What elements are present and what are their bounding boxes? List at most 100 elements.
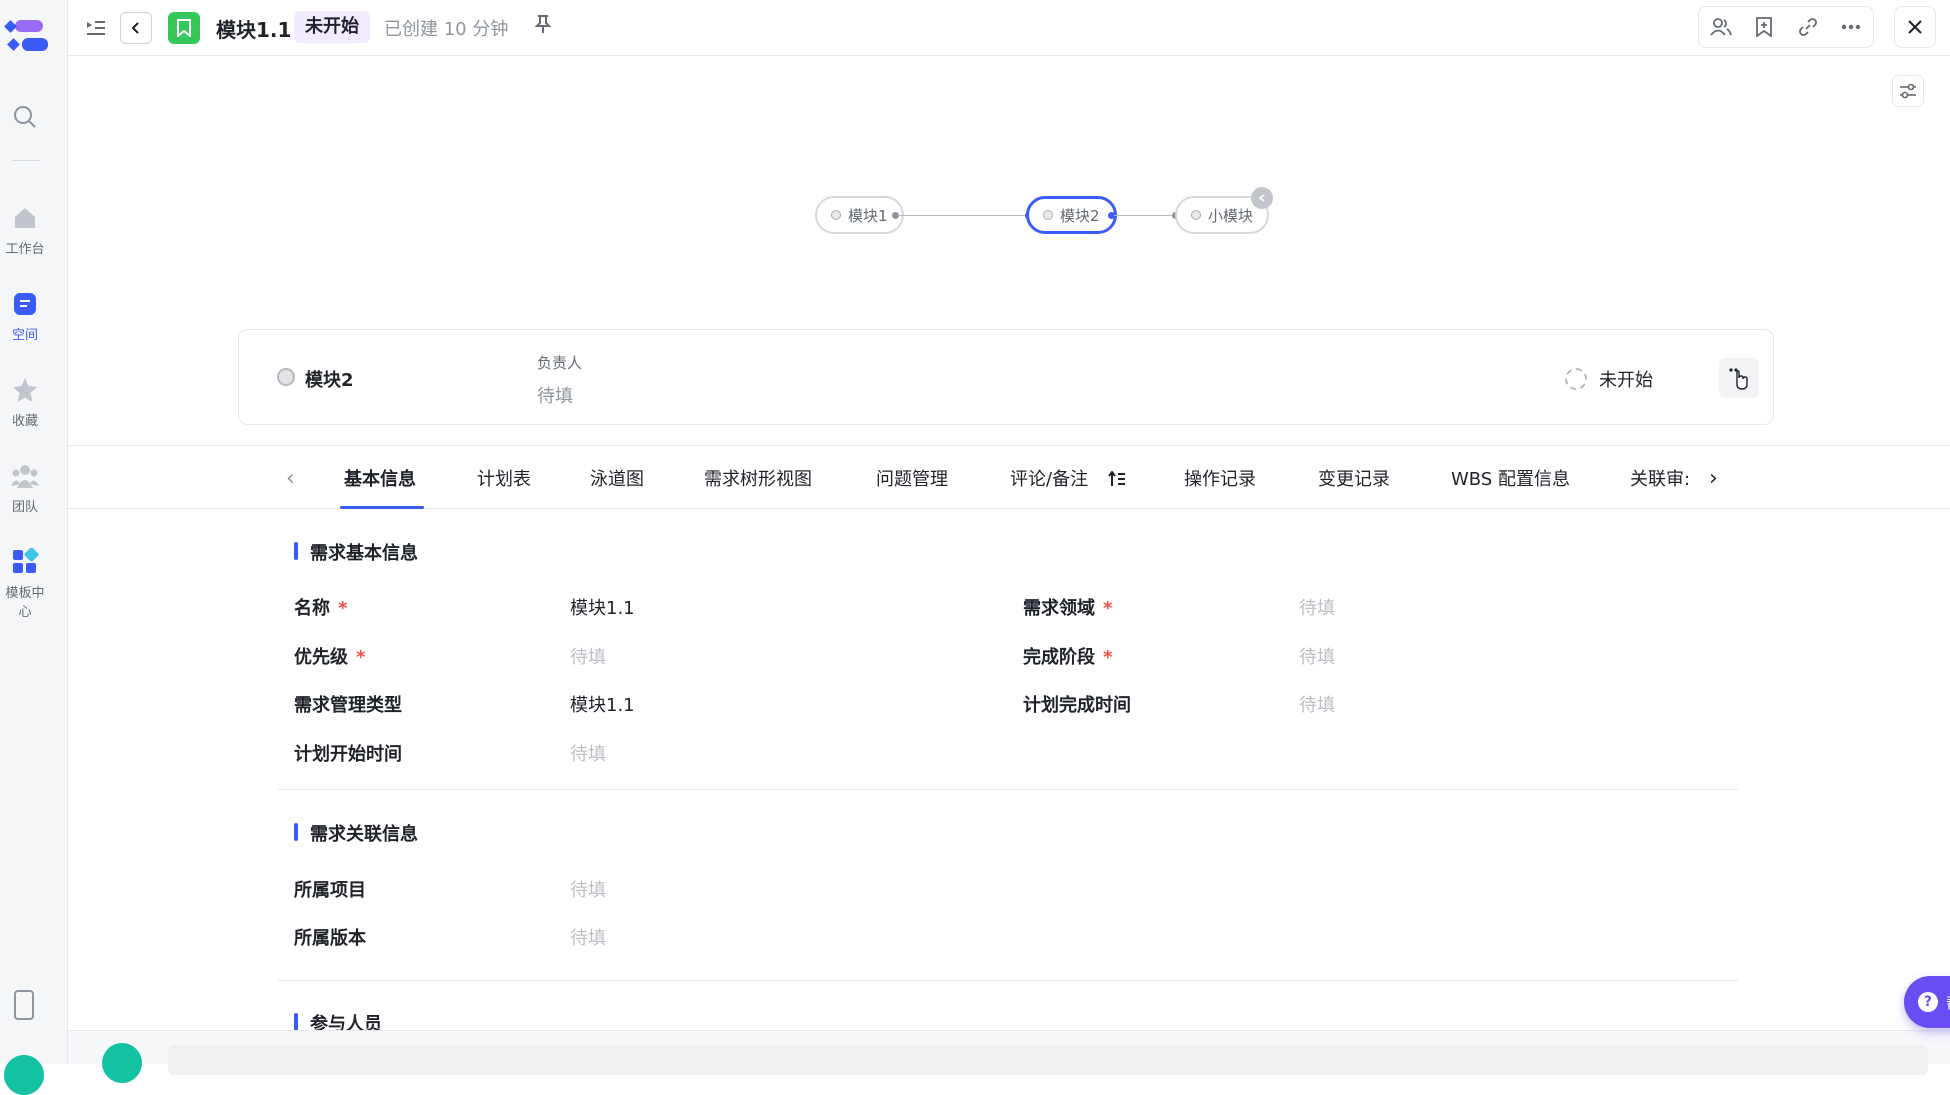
sidebar-item-label: 收藏 bbox=[11, 414, 38, 429]
comment-input[interactable] bbox=[168, 1045, 1928, 1075]
node-status-dot bbox=[831, 210, 841, 220]
chevron-left-icon bbox=[131, 22, 139, 34]
view-settings-icon[interactable] bbox=[1892, 75, 1924, 107]
sidebar-item-label: 工作台 bbox=[5, 242, 45, 257]
hand-cursor-icon bbox=[1729, 368, 1748, 390]
toggle-sidebar-icon[interactable] bbox=[80, 12, 112, 44]
tab-label: 评论/备注 bbox=[1010, 469, 1089, 490]
tab-basic-info[interactable]: 基本信息 bbox=[344, 465, 416, 491]
mobile-icon[interactable] bbox=[14, 990, 34, 1020]
field-label-domain: 需求领域 * bbox=[1023, 598, 1113, 619]
sidebar-item-templates[interactable]: 模板中心 bbox=[0, 547, 50, 620]
connector-line bbox=[898, 215, 1026, 216]
status-ring-icon bbox=[1565, 368, 1587, 390]
sort-icon bbox=[1108, 470, 1125, 486]
sidebar-item-workbench[interactable]: 工作台 bbox=[0, 204, 50, 257]
field-value-stage[interactable]: 待填 bbox=[1299, 643, 1335, 669]
link-icon[interactable] bbox=[1786, 7, 1830, 47]
search-icon[interactable] bbox=[12, 104, 38, 130]
team-icon bbox=[11, 462, 39, 490]
node-status-dot bbox=[1043, 210, 1053, 220]
main-content: 模块1 模块2 小模块 模块2 负责人 待填 未开始 ‹ 基本信息 计划表 泳道… bbox=[68, 57, 1950, 1083]
close-button[interactable] bbox=[1894, 6, 1936, 48]
section-title-basic: 需求基本信息 bbox=[294, 539, 418, 565]
sidebar: 工作台 空间 收藏 团队 模板中心 bbox=[0, 0, 68, 1064]
sidebar-divider bbox=[12, 160, 40, 161]
flow-node-label: 模块2 bbox=[1060, 206, 1100, 225]
field-label-project: 所属项目 bbox=[294, 880, 366, 901]
close-icon bbox=[1908, 20, 1922, 34]
bookmark-icon bbox=[168, 12, 200, 44]
field-value-type[interactable]: 模块1.1 bbox=[570, 691, 635, 717]
more-button[interactable] bbox=[1719, 358, 1759, 398]
sidebar-item-favorites[interactable]: 收藏 bbox=[0, 376, 50, 429]
detail-tabs: ‹ 基本信息 计划表 泳道图 需求树形视图 问题管理 评论/备注 操作记录 变更… bbox=[68, 445, 1950, 509]
tab-tree-view[interactable]: 需求树形视图 bbox=[704, 465, 812, 491]
sidebar-item-space[interactable]: 空间 bbox=[0, 290, 50, 343]
tabs-scroll-left-icon[interactable]: ‹ bbox=[286, 466, 295, 491]
field-value-version[interactable]: 待填 bbox=[570, 924, 606, 950]
members-icon[interactable] bbox=[1699, 7, 1743, 47]
help-button[interactable]: ? 帮助 bbox=[1904, 976, 1950, 1028]
user-avatar[interactable] bbox=[4, 1055, 44, 1095]
status-badge[interactable]: 未开始 bbox=[294, 11, 370, 43]
tab-change-log[interactable]: 变更记录 bbox=[1318, 465, 1390, 491]
node-status-dot bbox=[277, 368, 295, 386]
flow-node-module2[interactable]: 模块2 bbox=[1026, 196, 1117, 234]
field-label-plan-end: 计划完成时间 bbox=[1023, 695, 1131, 716]
field-value-name[interactable]: 模块1.1 bbox=[570, 594, 635, 620]
space-icon bbox=[11, 290, 39, 318]
flow-node-module1[interactable]: 模块1 bbox=[815, 196, 904, 234]
field-label-stage: 完成阶段 * bbox=[1023, 647, 1113, 668]
owner-label: 负责人 bbox=[537, 354, 583, 372]
field-label-type: 需求管理类型 bbox=[294, 695, 402, 716]
top-bar: 模块1.1 未开始 已创建 10 分钟 bbox=[68, 0, 1950, 56]
section-title-relation: 需求关联信息 bbox=[294, 820, 418, 846]
field-value-plan-end[interactable]: 待填 bbox=[1299, 691, 1335, 717]
card-status[interactable]: 未开始 bbox=[1565, 366, 1653, 392]
pin-icon[interactable] bbox=[534, 14, 552, 38]
node-name: 模块2 bbox=[305, 370, 354, 391]
node-detail-card: 模块2 负责人 待填 未开始 bbox=[238, 329, 1774, 425]
comment-bar bbox=[68, 1030, 1950, 1083]
sidebar-item-label: 空间 bbox=[11, 328, 38, 343]
home-icon bbox=[11, 204, 39, 232]
app-logo[interactable] bbox=[4, 18, 48, 56]
tabs-scroll-right-icon[interactable]: › bbox=[1709, 466, 1718, 491]
sidebar-item-team[interactable]: 团队 bbox=[0, 462, 50, 515]
field-value-project[interactable]: 待填 bbox=[570, 876, 606, 902]
connector-line bbox=[1114, 215, 1174, 216]
active-tab-indicator bbox=[340, 506, 424, 509]
field-value-domain[interactable]: 待填 bbox=[1299, 594, 1335, 620]
tab-swimlane[interactable]: 泳道图 bbox=[590, 465, 644, 491]
field-value-priority[interactable]: 待填 bbox=[570, 643, 606, 669]
node-status-dot bbox=[1191, 210, 1201, 220]
tab-comments[interactable]: 评论/备注 bbox=[1010, 465, 1126, 491]
created-time: 已创建 10 分钟 bbox=[384, 19, 509, 40]
back-button[interactable] bbox=[120, 12, 152, 44]
sidebar-item-label: 团队 bbox=[11, 500, 38, 515]
field-label-priority: 优先级 * bbox=[294, 647, 366, 668]
header-actions bbox=[1698, 6, 1874, 48]
avatar bbox=[102, 1043, 142, 1083]
more-icon[interactable] bbox=[1830, 7, 1874, 47]
field-value-plan-start[interactable]: 待填 bbox=[570, 740, 606, 766]
template-icon bbox=[11, 547, 39, 576]
tab-related[interactable]: 关联审: bbox=[1630, 465, 1690, 491]
question-icon: ? bbox=[1917, 992, 1938, 1012]
tab-operation-log[interactable]: 操作记录 bbox=[1184, 465, 1256, 491]
star-icon bbox=[11, 376, 39, 404]
field-label-name: 名称 * bbox=[294, 598, 348, 619]
field-label-version: 所属版本 bbox=[294, 928, 366, 949]
tab-wbs-config[interactable]: WBS 配置信息 bbox=[1451, 465, 1570, 491]
owner-value[interactable]: 待填 bbox=[537, 382, 573, 408]
page-title: 模块1.1 bbox=[216, 18, 292, 42]
sidebar-item-label: 模板中心 bbox=[5, 586, 45, 620]
tab-plan[interactable]: 计划表 bbox=[477, 465, 531, 491]
flow-node-label: 小模块 bbox=[1208, 206, 1254, 225]
card-status-label: 未开始 bbox=[1599, 370, 1653, 391]
collapse-icon[interactable] bbox=[1251, 187, 1273, 209]
section-divider bbox=[278, 789, 1738, 790]
bookmark-add-icon[interactable] bbox=[1743, 7, 1787, 47]
tab-issues[interactable]: 问题管理 bbox=[876, 465, 948, 491]
